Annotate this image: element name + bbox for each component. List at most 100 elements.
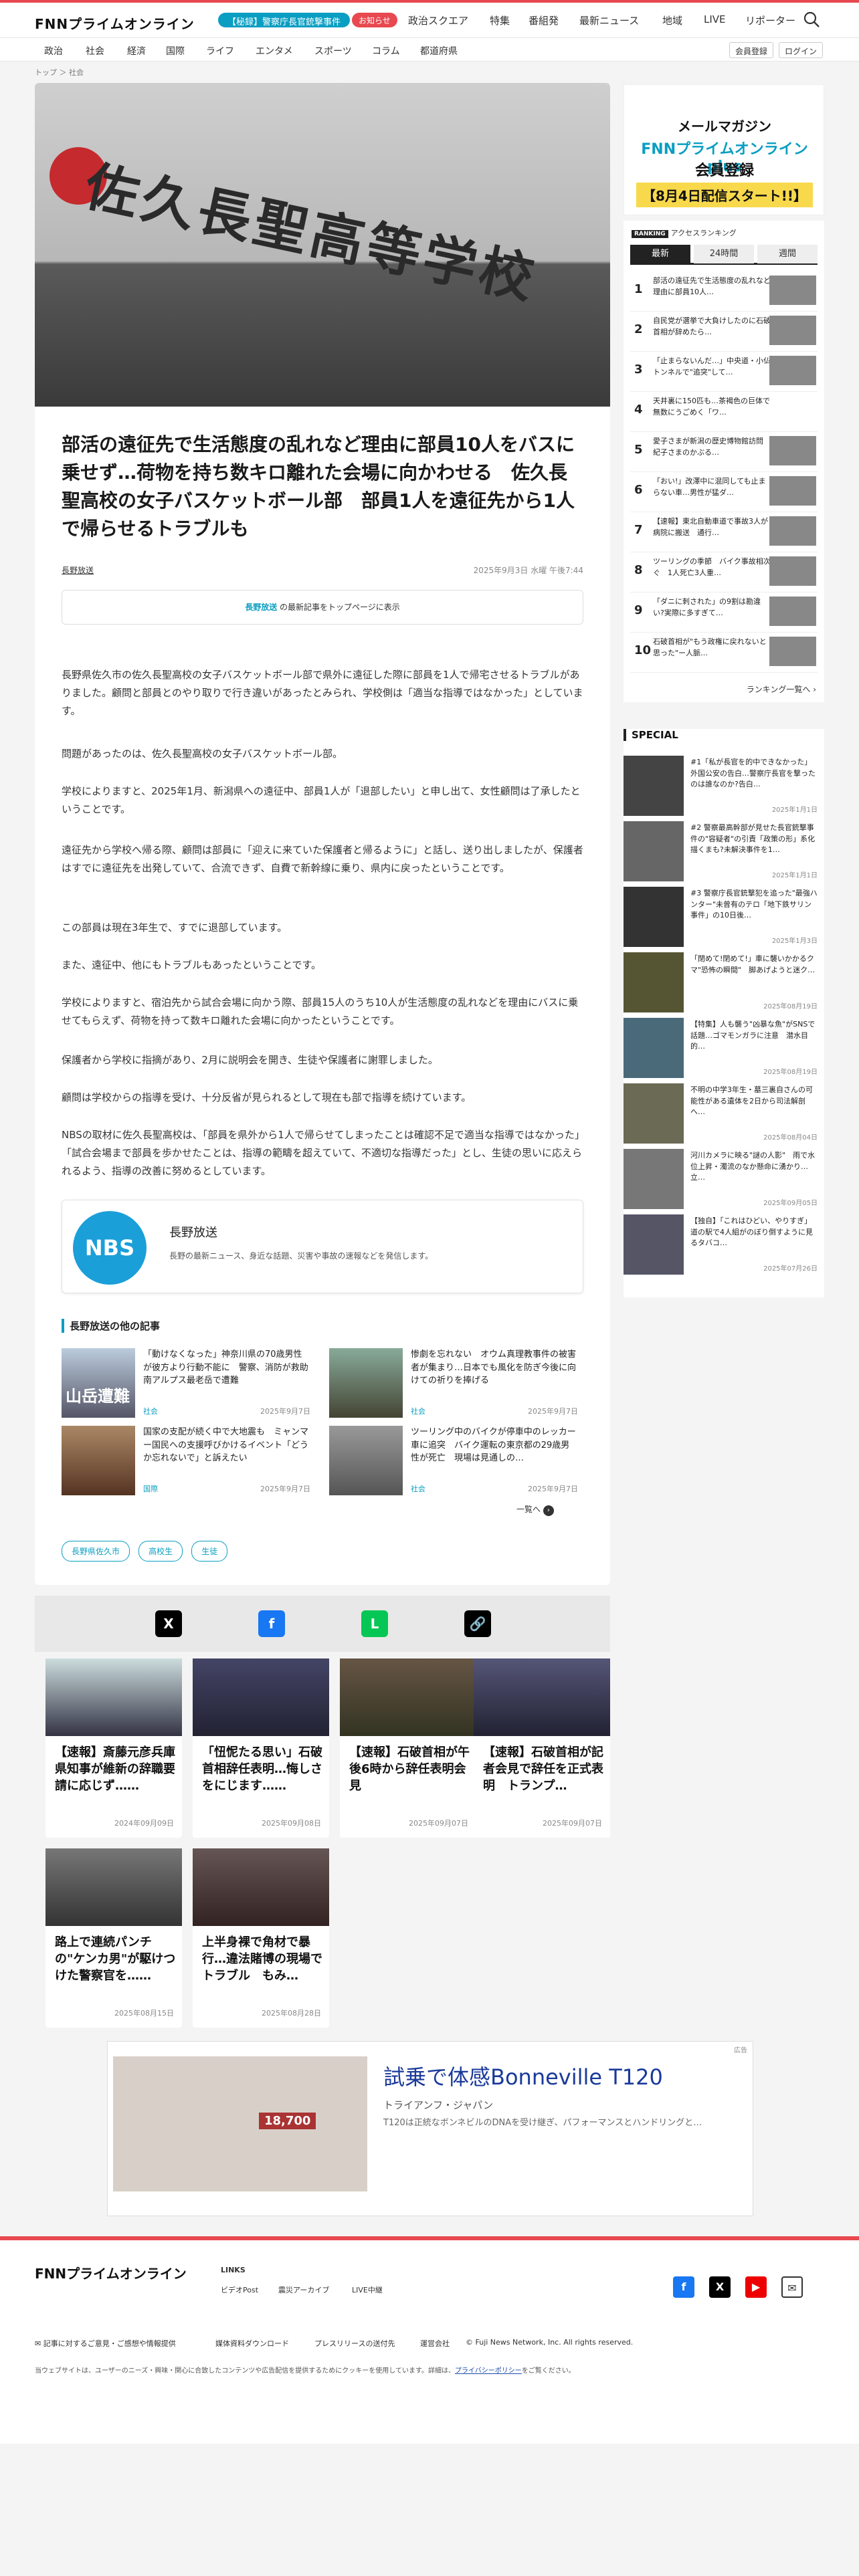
ranking-item[interactable]: 6 「おい!」改澤中に混同しても止まらない車…男性が猛ダ… xyxy=(630,472,818,512)
promo-line4: 【8月4日配信スタート!!】 xyxy=(636,183,813,207)
nav-reporter[interactable]: リポーター xyxy=(745,13,795,27)
related-more-link[interactable]: 一覧へ › xyxy=(516,1503,554,1516)
cat-column[interactable]: コラム xyxy=(372,44,400,58)
ranking-item[interactable]: 10 石破首相が"もう政権に戻れないと思った"ー人脈… xyxy=(630,633,818,673)
video-card[interactable]: 「忸怩たる思い」石破首相辞任表明…悔しさをにじます…… 2025年09月08日 xyxy=(193,1658,329,1838)
breadcrumb-current[interactable]: 社会 xyxy=(69,68,84,77)
footer-link[interactable]: LIVE中継 xyxy=(352,2284,383,2295)
share-x-button[interactable]: X xyxy=(155,1610,182,1637)
tag-item[interactable]: 長野県佐久市 xyxy=(62,1541,130,1562)
related-article[interactable]: 惨劇を忘れない オウム真理教事件の被害者が集まり…日本でも風化を防ぎ今後に向けて… xyxy=(329,1348,583,1418)
ranking-item[interactable]: 7 【速報】東北自動車道で事故3人が病院に搬送 通行… xyxy=(630,512,818,552)
footer-link[interactable]: 媒体資料ダウンロード xyxy=(215,2338,289,2349)
special-item[interactable]: #3 警察庁長官銃撃犯を追った"最強ハンター"未曾有のテロ「地下鉄サリン事件」の… xyxy=(624,887,824,948)
cat-politics[interactable]: 政治 xyxy=(44,44,63,58)
video-card[interactable]: 【速報】斎藤元彦兵庫県知事が維新の辞職要請に応じず…… 2024年09月09日 xyxy=(45,1658,182,1838)
footer-link[interactable]: プレスリリースの送付先 xyxy=(314,2338,395,2349)
article-source-link[interactable]: 長野放送 xyxy=(62,564,94,576)
nav-feature-pill[interactable]: 【秘録】警察庁長官銃撃事件 xyxy=(218,13,351,27)
special-thumb xyxy=(624,952,684,1012)
footer-link[interactable]: ビデオPost xyxy=(221,2284,258,2295)
notice-badge[interactable]: お知らせ xyxy=(352,13,397,27)
tag-item[interactable]: 生徒 xyxy=(191,1541,228,1562)
tag-list: 長野県佐久市 高校生 生徒 xyxy=(62,1541,233,1562)
special-item[interactable]: 河川カメラに映る"謎の人影" 雨で水位上昇・濁流のなか懸命に湧かり…立… 2025… xyxy=(624,1149,824,1210)
ranking-item[interactable]: 3 「止まらないんだ…」中央道・小仏トンネルで"追突"して… xyxy=(630,352,818,392)
related-article[interactable]: 国家の支配が続く中で大地震も ミャンマー国民への支援呼びかけるイベント「どうか忘… xyxy=(62,1426,316,1495)
ranking-more-link[interactable]: ランキング一覧へ › xyxy=(747,683,816,695)
video-card[interactable]: 上半身裸で角材で暴行…違法賭博の現場でトラブル もみ… 2025年08月28日 xyxy=(193,1848,329,2028)
nav-politics[interactable]: 政治スクエア xyxy=(408,13,468,27)
special-item[interactable]: 不明の中学3年生・墓三裏自さんの可能性がある遺体を2日から司法解剖へ… 2025年… xyxy=(624,1083,824,1145)
cat-economy[interactable]: 経済 xyxy=(127,44,146,58)
ranking-item[interactable]: 9 「ダニに刺された」の9割は勘違い?実際に多すぎて… xyxy=(630,593,818,633)
ranking-item[interactable]: 2 自民党が選挙で大負けしたのに石破首相が辞めたら… xyxy=(630,312,818,352)
video-card[interactable]: 【速報】石破首相が午後6時から辞任表明会見 2025年09月07日 xyxy=(340,1658,476,1838)
special-item[interactable]: 【特集】人も襲う"凶暴な魚"がSNSで話題…ゴマモンガラに注意 潜水目的… 202… xyxy=(624,1018,824,1079)
cat-world[interactable]: 国際 xyxy=(166,44,185,58)
nav-region[interactable]: 地域 xyxy=(662,13,682,27)
share-copy-link-button[interactable]: 🔗 xyxy=(464,1610,491,1637)
ad-banner[interactable]: 広告 18,700 試乗で体感Bonneville T120 トライアンフ・ジャ… xyxy=(107,2041,753,2216)
ranking-item[interactable]: 8 ツーリングの季節 バイク事故相次ぐ 1人死亡3人重… xyxy=(630,552,818,593)
special-item[interactable]: #2 警察最高幹部が見せた長官銃撃事件の"容疑者"の引責「政策の形」系化描くまも… xyxy=(624,821,824,883)
rank-title: 部活の遠征先で生活態度の乱れなど理由に部員10人… xyxy=(653,276,771,296)
special-item[interactable]: 「閉めて!閉めて!」車に襲いかかるクマ"恐怖の瞬間" 脚あげようと迷ク… 2025… xyxy=(624,952,824,1014)
special-item[interactable]: 【独自】「これはひどい、やりすぎ」道の駅で4人組がのぼり倒すように見るタバコ… 2… xyxy=(624,1214,824,1276)
nav-latest[interactable]: 最新ニュース xyxy=(579,13,639,27)
footer-link[interactable]: 運営会社 xyxy=(420,2338,450,2349)
facebook-icon: f xyxy=(268,1616,275,1632)
video-title: 路上で連続パンチの"ケンカ男"が駆けつけた警察官を…… xyxy=(55,1935,176,1983)
cat-life[interactable]: ライフ xyxy=(206,44,234,58)
video-thumb xyxy=(45,1658,182,1736)
rank-thumb xyxy=(769,316,816,345)
video-card[interactable]: 【速報】石破首相が記者会見で辞任を正式表明 トランプ… 2025年09月07日 xyxy=(474,1658,610,1838)
site-logo[interactable]: FNNプライムオンライン xyxy=(35,13,195,33)
ranking-tab-latest[interactable]: 最新 xyxy=(630,245,690,263)
cat-sports[interactable]: スポーツ xyxy=(314,44,352,58)
special-thumb xyxy=(624,1214,684,1275)
youtube-icon[interactable]: ▶ xyxy=(745,2276,767,2298)
ad-sponsor: トライアンフ・ジャパン xyxy=(383,2099,493,2111)
ad-label: 広告 xyxy=(734,2047,747,2054)
breadcrumb-home[interactable]: トップ xyxy=(35,68,57,77)
special-item[interactable]: #1「私が長官を的中できなかった」外国公安の告白…警察庁長官を撃ったのは誰なのか… xyxy=(624,756,824,817)
login-button[interactable]: ログイン xyxy=(779,42,824,58)
privacy-policy-link[interactable]: プライバシーポリシー xyxy=(455,2367,522,2375)
member-register-button[interactable]: 会員登録 xyxy=(729,42,774,58)
share-line-button[interactable]: L xyxy=(361,1610,388,1637)
cat-entame[interactable]: エンタメ xyxy=(256,44,293,58)
rank-title: 「おい!」改澤中に混同しても止まらない車…男性が猛ダ… xyxy=(653,477,766,497)
footer-link[interactable]: 震災アーカイブ xyxy=(278,2284,329,2295)
nav-programs[interactable]: 番組発 xyxy=(529,13,559,27)
footer-feedback-link[interactable]: ✉ 記事に対するご意見・ご感想や情報提供 xyxy=(35,2338,176,2349)
special-thumb xyxy=(624,756,684,816)
nav-special[interactable]: 特集 xyxy=(490,13,510,27)
footer-logo[interactable]: FNNプライムオンライン xyxy=(35,2263,187,2282)
special-title: 不明の中学3年生・墓三裏自さんの可能性がある遺体を2日から司法解剖へ… xyxy=(690,1085,813,1116)
video-card[interactable]: 路上で連続パンチの"ケンカ男"が駆けつけた警察官を…… 2025年08月15日 xyxy=(45,1848,182,2028)
search-icon[interactable] xyxy=(803,11,820,28)
breadcrumb: トップ ＞ 社会 xyxy=(35,68,84,77)
nav-live[interactable]: LIVE xyxy=(704,13,726,25)
x-icon[interactable]: X xyxy=(709,2276,731,2298)
ranking-tab-weekly[interactable]: 週間 xyxy=(757,245,818,263)
mail-icon[interactable]: ✉ xyxy=(781,2276,803,2298)
follow-source-button[interactable]: 長野放送 の最新記事をトップページに表示 xyxy=(62,590,583,625)
ranking-item[interactable]: 4 天井裏に150匹も…茶褐色の巨体で無数にうごめく「ワ… xyxy=(630,392,818,432)
share-facebook-button[interactable]: f xyxy=(258,1610,285,1637)
source-profile-card[interactable]: NBS 長野放送 長野の最新ニュース、身近な話題、災害や事故の速報などを発信しま… xyxy=(62,1200,583,1293)
cat-society[interactable]: 社会 xyxy=(86,44,104,58)
top-header: FNNプライムオンライン 【秘録】警察庁長官銃撃事件 お知らせ 政治スクエア 特… xyxy=(0,0,859,37)
video-date: 2025年09月08日 xyxy=(262,1819,321,1828)
related-article[interactable]: ツーリング中のバイクが停車中のレッカー車に追突 バイク運転の東京都の29歳男性が… xyxy=(329,1426,583,1495)
video-date: 2024年09月09日 xyxy=(114,1819,174,1828)
cat-prefectures[interactable]: 都道府県 xyxy=(420,44,458,58)
ranking-tab-24h[interactable]: 24時間 xyxy=(694,245,754,263)
facebook-icon[interactable]: f xyxy=(673,2276,694,2298)
newsletter-promo[interactable]: メールマガジン FNNプライムオンラインplus 会員登録 【8月4日配信スター… xyxy=(624,84,824,215)
tag-item[interactable]: 高校生 xyxy=(138,1541,183,1562)
ranking-item[interactable]: 1 部活の遠征先で生活態度の乱れなど理由に部員10人… xyxy=(630,272,818,312)
related-article[interactable]: 山岳遭難 「動けなくなった」神奈川県の70歳男性が彼方より行動不能に 警察、消防… xyxy=(62,1348,317,1418)
ranking-item[interactable]: 5 愛子さまが新潟の歴史博物館訪問 紀子さまのかぶる… xyxy=(630,432,818,472)
